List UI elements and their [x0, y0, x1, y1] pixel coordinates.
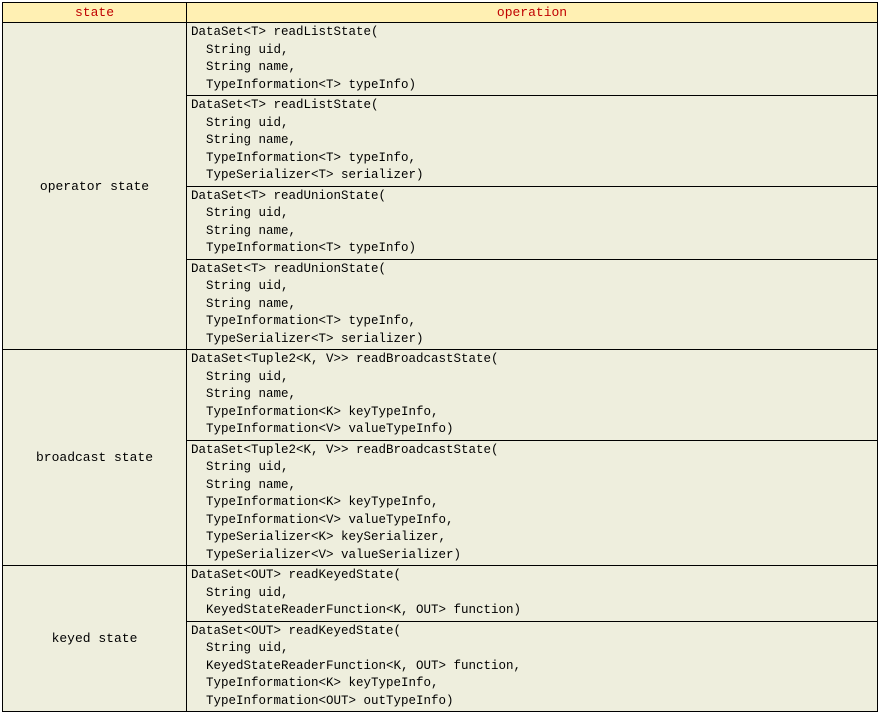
operation-cell: DataSet<OUT> readKeyedState( String uid,… [187, 621, 878, 712]
table-row: broadcast state DataSet<Tuple2<K, V>> re… [3, 350, 878, 441]
operation-cell: DataSet<T> readListState( String uid, St… [187, 96, 878, 187]
state-cell-operator: operator state [3, 23, 187, 350]
operation-cell: DataSet<OUT> readKeyedState( String uid,… [187, 566, 878, 622]
table-row: operator state DataSet<T> readListState(… [3, 23, 878, 96]
operation-cell: DataSet<T> readUnionState( String uid, S… [187, 186, 878, 259]
header-operation: operation [187, 3, 878, 23]
operation-cell: DataSet<T> readUnionState( String uid, S… [187, 259, 878, 350]
header-state: state [3, 3, 187, 23]
table-header-row: state operation [3, 3, 878, 23]
state-cell-broadcast: broadcast state [3, 350, 187, 566]
api-table: state operation operator state DataSet<T… [2, 2, 878, 712]
table-row: keyed state DataSet<OUT> readKeyedState(… [3, 566, 878, 622]
operation-cell: DataSet<T> readListState( String uid, St… [187, 23, 878, 96]
operation-cell: DataSet<Tuple2<K, V>> readBroadcastState… [187, 350, 878, 441]
operation-cell: DataSet<Tuple2<K, V>> readBroadcastState… [187, 440, 878, 566]
state-cell-keyed: keyed state [3, 566, 187, 712]
